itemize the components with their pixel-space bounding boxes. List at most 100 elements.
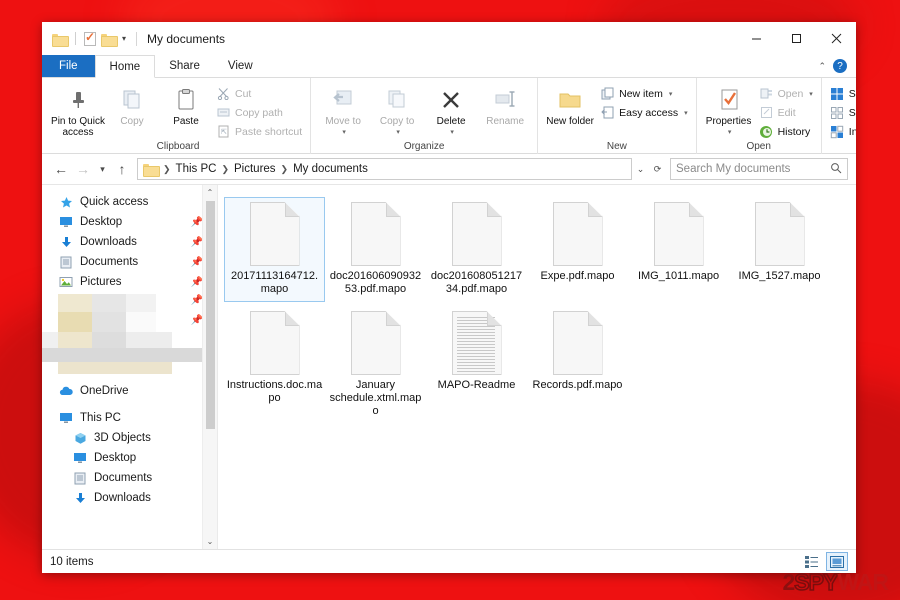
main-area: Quick access Desktop 📌 Downloads 📌 Docum… <box>42 184 856 549</box>
file-item[interactable]: IMG_1527.mapo <box>729 197 830 302</box>
scroll-down-icon[interactable]: ⌄ <box>207 534 214 549</box>
scroll-up-icon[interactable]: ⌃ <box>207 185 214 200</box>
text-file-icon <box>451 311 502 375</box>
pictures-icon <box>58 275 74 289</box>
pin-icon <box>67 84 89 116</box>
breadcrumb-item-pictures[interactable]: Pictures <box>231 163 279 175</box>
file-item[interactable]: Records.pdf.mapo <box>527 306 628 424</box>
chevron-down-icon[interactable]: ▾ <box>450 127 454 138</box>
chevron-down-icon[interactable]: ▾ <box>122 34 126 43</box>
breadcrumb-separator: ❯ <box>163 163 171 174</box>
cut-button[interactable]: Cut <box>213 84 305 103</box>
select-all-button[interactable]: Select all <box>827 84 856 103</box>
pin-to-quick-access-button[interactable]: Pin to Quick access <box>51 82 105 138</box>
file-item[interactable]: January schedule.xtml.mapo <box>325 306 426 424</box>
sidebar-item-desktop[interactable]: Desktop 📌 <box>42 212 217 232</box>
breadcrumb[interactable]: ❯ This PC ❯ Pictures ❯ My documents <box>137 158 632 180</box>
copy-to-button[interactable]: Copy to ▾ <box>370 82 424 138</box>
new-folder-icon[interactable] <box>101 33 118 47</box>
tab-home[interactable]: Home <box>94 55 156 78</box>
properties-icon[interactable] <box>84 30 96 46</box>
breadcrumb-item-my-documents[interactable]: My documents <box>290 163 371 175</box>
tab-file[interactable]: File <box>42 55 95 77</box>
chevron-down-icon[interactable]: ▾ <box>809 90 813 98</box>
refresh-icon[interactable]: ⟳ <box>649 158 666 180</box>
paste-shortcut-button[interactable]: ⇱ Paste shortcut <box>213 122 305 141</box>
search-input[interactable]: Search My documents <box>670 158 848 180</box>
maximize-button[interactable] <box>776 22 816 55</box>
file-list-pane[interactable]: 20171113164712.mapo doc20160609093253.pd… <box>218 185 856 549</box>
edit-button[interactable]: Edit <box>756 103 816 122</box>
group-label: Open <box>746 141 771 152</box>
scrollbar-thumb[interactable] <box>205 201 215 429</box>
delete-button[interactable]: Delete ▾ <box>424 82 478 138</box>
move-to-button[interactable]: Move to ▾ <box>316 82 370 138</box>
button-label: History <box>777 125 811 138</box>
folder-icon[interactable] <box>52 33 69 47</box>
search-icon[interactable] <box>830 162 842 177</box>
quick-access-toolbar: ▾ <box>42 30 126 47</box>
sidebar-item-documents-pc[interactable]: Documents <box>42 468 217 488</box>
file-item[interactable]: IMG_1011.mapo <box>628 197 729 302</box>
file-item[interactable]: MAPO-Readme <box>426 306 527 424</box>
folder-icon <box>143 163 160 177</box>
history-button[interactable]: History <box>756 122 816 141</box>
button-label: Copy <box>120 116 144 127</box>
new-folder-button[interactable]: New folder <box>543 82 597 127</box>
button-label: Rename <box>486 116 525 127</box>
help-icon[interactable]: ? <box>833 59 847 73</box>
minimize-button[interactable] <box>736 22 776 55</box>
copy-to-icon <box>384 84 410 116</box>
chevron-down-icon[interactable]: ▾ <box>728 127 732 138</box>
sidebar-item-pictures[interactable]: Pictures 📌 <box>42 272 217 292</box>
desktop-icon <box>72 451 88 465</box>
file-item[interactable]: Instructions.doc.mapo <box>224 306 325 424</box>
button-label: Select none <box>848 106 856 119</box>
chevron-down-icon[interactable]: ⌄ <box>632 158 649 180</box>
chevron-down-icon[interactable]: ▾ <box>684 109 688 117</box>
watermark-part-3: WAR <box>837 569 889 595</box>
sidebar-item-desktop-pc[interactable]: Desktop <box>42 448 217 468</box>
documents-icon <box>58 255 74 269</box>
open-button[interactable]: Open ▾ <box>756 84 816 103</box>
copy-button[interactable]: Copy <box>105 82 159 127</box>
paste-button[interactable]: Paste <box>159 82 213 127</box>
recent-locations-button[interactable]: ▾ <box>94 158 111 180</box>
tab-view[interactable]: View <box>214 55 267 77</box>
sidebar-item-downloads-pc[interactable]: Downloads <box>42 488 217 508</box>
new-item-button[interactable]: New item ▾ <box>597 84 690 103</box>
navigation-scrollbar[interactable]: ⌃ ⌄ <box>202 185 217 549</box>
back-button[interactable]: ← <box>50 158 72 180</box>
chevron-up-icon[interactable]: ⌃ <box>818 61 826 72</box>
breadcrumb-item-this-pc[interactable]: This PC <box>173 163 220 175</box>
chevron-down-icon[interactable]: ▾ <box>396 127 400 138</box>
chevron-down-icon[interactable]: ▾ <box>669 90 673 98</box>
button-label: Cut <box>235 87 252 100</box>
properties-button[interactable]: Properties ▾ <box>702 82 756 138</box>
sidebar-item-documents[interactable]: Documents 📌 <box>42 252 217 272</box>
sidebar-item-quick-access[interactable]: Quick access <box>42 192 217 212</box>
sidebar-item-this-pc[interactable]: This PC <box>42 408 217 428</box>
sidebar-item-label: Documents <box>80 256 139 268</box>
close-button[interactable] <box>816 22 856 55</box>
tab-share[interactable]: Share <box>155 55 214 77</box>
rename-button[interactable]: Rename <box>478 82 532 127</box>
delete-icon <box>439 84 463 116</box>
invert-selection-button[interactable]: Invert selection <box>827 122 856 141</box>
file-name: January schedule.xtml.mapo <box>329 379 422 417</box>
file-item[interactable]: doc20160609093253.pdf.mapo <box>325 197 426 302</box>
file-name: Instructions.doc.mapo <box>226 379 323 404</box>
easy-access-button[interactable]: Easy access ▾ <box>597 103 690 122</box>
sidebar-item-onedrive[interactable]: OneDrive <box>42 381 217 401</box>
file-item[interactable]: Expe.pdf.mapo <box>527 197 628 302</box>
copy-path-button[interactable]: Copy path <box>213 103 305 122</box>
sidebar-item-3d-objects[interactable]: 3D Objects <box>42 428 217 448</box>
easy-access-icon <box>600 105 615 120</box>
chevron-down-icon[interactable]: ▾ <box>342 127 346 138</box>
select-none-button[interactable]: Select none <box>827 103 856 122</box>
forward-button[interactable]: → <box>72 158 94 180</box>
up-button[interactable]: ↑ <box>111 158 133 180</box>
sidebar-item-downloads[interactable]: Downloads 📌 <box>42 232 217 252</box>
file-item[interactable]: 20171113164712.mapo <box>224 197 325 302</box>
file-item[interactable]: doc20160805121734.pdf.mapo <box>426 197 527 302</box>
